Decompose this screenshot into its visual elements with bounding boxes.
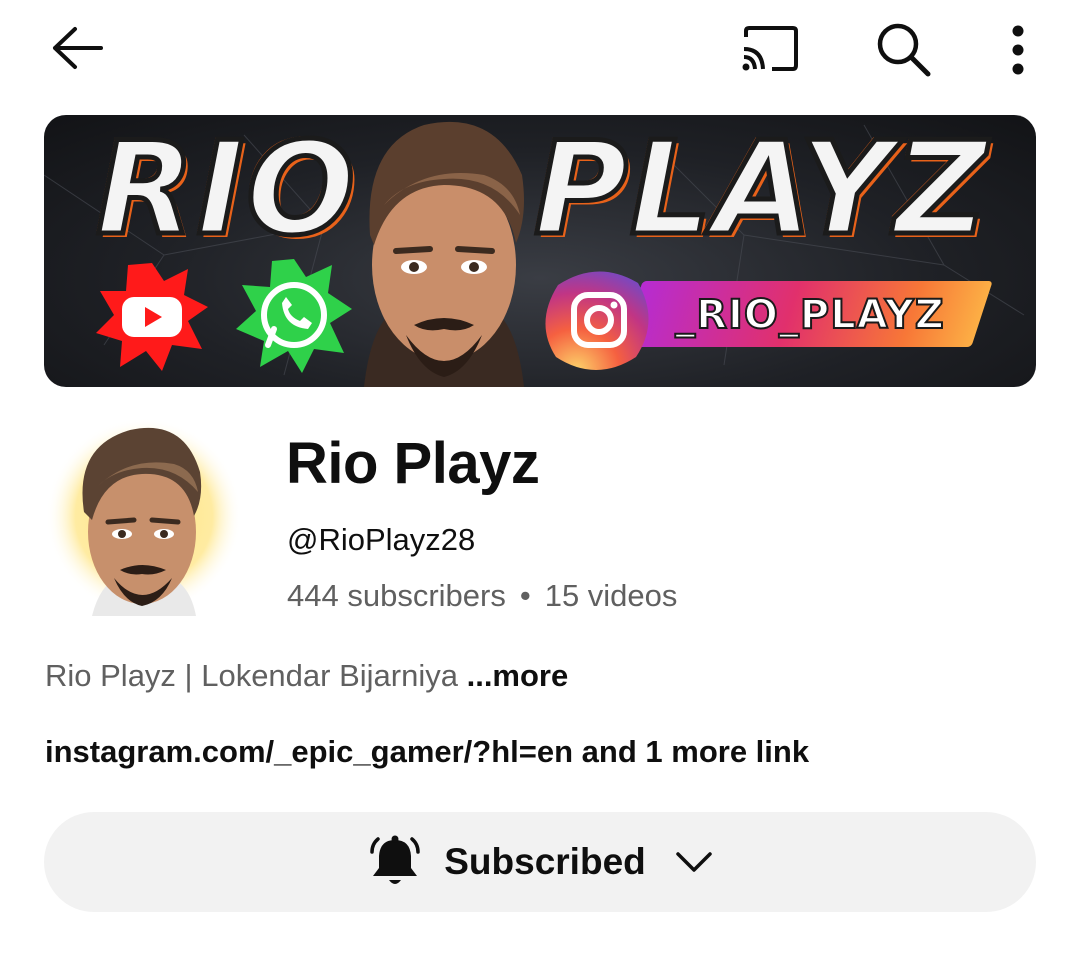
subscriber-count: 444 subscribers [287, 578, 506, 613]
whatsapp-logo-icon [236, 259, 352, 373]
more-options-button[interactable] [998, 20, 1038, 80]
back-button[interactable] [48, 22, 106, 74]
subscribed-label: Subscribed [444, 841, 646, 882]
channel-name: Rio Playz [286, 431, 540, 496]
bell-ringing-icon [370, 835, 420, 884]
instagram-logo-icon [545, 271, 649, 370]
channel-avatar[interactable] [44, 416, 244, 616]
youtube-logo-icon [96, 263, 208, 371]
arrow-left-icon [53, 27, 103, 69]
channel-banner[interactable]: RIO PLAYZ _RIO_PLAYZ [44, 115, 1036, 387]
banner-title-right: PLAYZ [531, 115, 990, 267]
cast-icon [742, 26, 798, 71]
banner-title-left: RIO [94, 115, 358, 267]
description-text: Rio Playz | Lokendar Bijarniya [45, 658, 467, 693]
search-icon [877, 23, 931, 77]
chevron-down-icon [676, 852, 712, 872]
channel-description[interactable]: Rio Playz | Lokendar Bijarniya ...more [45, 658, 568, 694]
banner-social-handle: _RIO_PLAYZ [674, 291, 945, 339]
channel-stats: 444 subscribers • 15 videos [287, 578, 677, 614]
avatar-image [46, 418, 242, 616]
channel-handle: @RioPlayz28 [287, 522, 476, 557]
channel-links[interactable]: instagram.com/_epic_gamer/?hl=en and 1 m… [45, 734, 809, 770]
subscribed-button[interactable]: Subscribed [44, 812, 1036, 912]
cast-button[interactable] [738, 22, 802, 76]
description-more-link[interactable]: ...more [467, 658, 569, 693]
video-count: 15 videos [544, 578, 678, 613]
search-button[interactable] [872, 20, 934, 78]
stats-separator: • [519, 578, 531, 613]
more-vertical-icon [1012, 25, 1024, 75]
banner-portrait [364, 121, 524, 387]
